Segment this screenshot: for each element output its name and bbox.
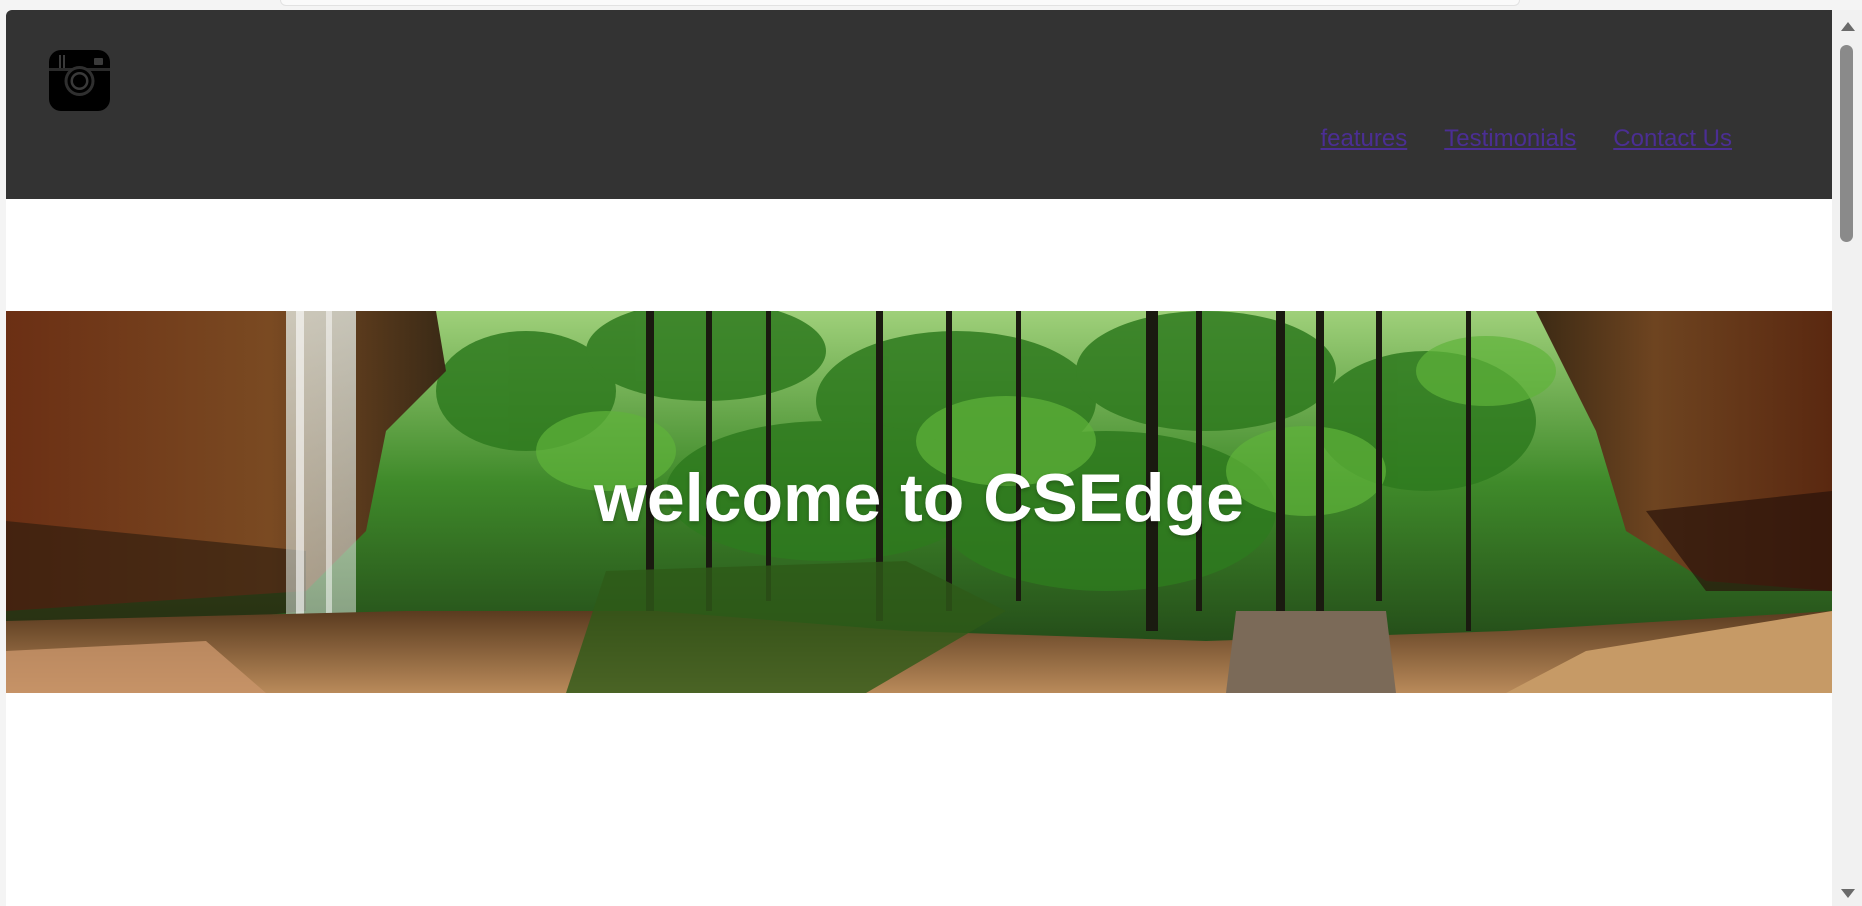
nav-link-features[interactable]: features xyxy=(1321,125,1408,153)
scroll-down-arrow-icon[interactable] xyxy=(1841,889,1855,898)
hero-banner: welcome to CSEdge xyxy=(6,311,1832,693)
scroll-up-arrow-icon[interactable] xyxy=(1841,22,1855,31)
nav-link-testimonials[interactable]: Testimonials xyxy=(1444,125,1576,153)
site-header: features Testimonials Contact Us xyxy=(6,10,1832,199)
camera-icon[interactable] xyxy=(49,50,110,111)
scrollbar-thumb[interactable] xyxy=(1840,45,1853,242)
vertical-scrollbar[interactable] xyxy=(1832,10,1862,906)
page-viewport: features Testimonials Contact Us welcome… xyxy=(6,10,1832,906)
nav-link-contact-us[interactable]: Contact Us xyxy=(1613,125,1732,153)
main-nav: features Testimonials Contact Us xyxy=(1321,125,1732,153)
hero-title: welcome to CSEdge xyxy=(594,460,1244,536)
browser-top-strip xyxy=(280,0,1520,6)
